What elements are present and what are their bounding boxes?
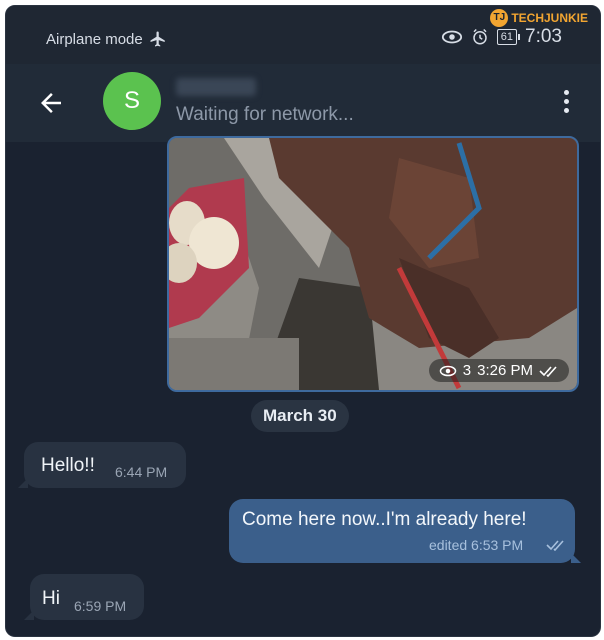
photo-message[interactable]: 3 3:26 PM <box>167 136 579 392</box>
avatar[interactable]: S <box>103 72 161 130</box>
airplane-mode-indicator: Airplane mode <box>46 30 167 48</box>
date-separator: March 30 <box>251 400 349 432</box>
techjunkie-watermark: TJ TECHJUNKIE <box>490 9 588 27</box>
photo-time: 3:26 PM <box>477 362 533 379</box>
message-text: Hi <box>42 588 60 609</box>
dog-photo <box>169 138 577 390</box>
battery-icon: 61 <box>496 29 521 45</box>
techjunkie-text: TECHJUNKIE <box>511 11 588 25</box>
incoming-message[interactable]: Hello!! 6:44 PM <box>18 442 186 488</box>
incoming-message[interactable]: Hi 6:59 PM <box>24 574 144 620</box>
read-double-check-icon <box>546 540 564 551</box>
bubble-tail <box>571 553 581 563</box>
photo-meta: 3 3:26 PM <box>428 359 569 382</box>
view-count: 3 <box>462 362 472 379</box>
message-time: 6:59 PM <box>74 598 127 614</box>
message-text: Come here now..I'm already here! <box>242 509 527 530</box>
status-time: 7:03 <box>525 26 562 47</box>
techjunkie-logo: TJ <box>490 9 509 27</box>
airplane-mode-label: Airplane mode <box>46 30 143 48</box>
message-time: 6:44 PM <box>115 464 168 480</box>
alarm-icon <box>473 28 487 45</box>
back-arrow-icon[interactable] <box>36 88 66 118</box>
status-indicators: 61 7:03 <box>441 26 562 48</box>
status-bar: Airplane mode TJ TECHJUNKIE 61 7:03 <box>6 6 600 64</box>
bubble-tail <box>24 610 34 620</box>
airplane-icon <box>150 31 165 47</box>
views-eye-icon <box>439 365 457 376</box>
outgoing-message[interactable]: Come here now..I'm already here! edited … <box>229 499 581 563</box>
more-options-icon[interactable] <box>562 90 570 113</box>
chat-header: S Waiting for network... <box>6 64 600 142</box>
double-check-icon <box>539 365 557 377</box>
message-edited-time: edited 6:53 PM <box>429 537 524 553</box>
bubble-tail <box>18 478 28 488</box>
chat-name-redacted[interactable] <box>176 78 256 96</box>
connection-status: Waiting for network... <box>176 104 354 125</box>
phone-screen: Airplane mode TJ TECHJUNKIE 61 7:03 S Wa… <box>5 5 601 637</box>
eye-icon <box>441 30 462 44</box>
message-text: Hello!! <box>41 455 95 476</box>
